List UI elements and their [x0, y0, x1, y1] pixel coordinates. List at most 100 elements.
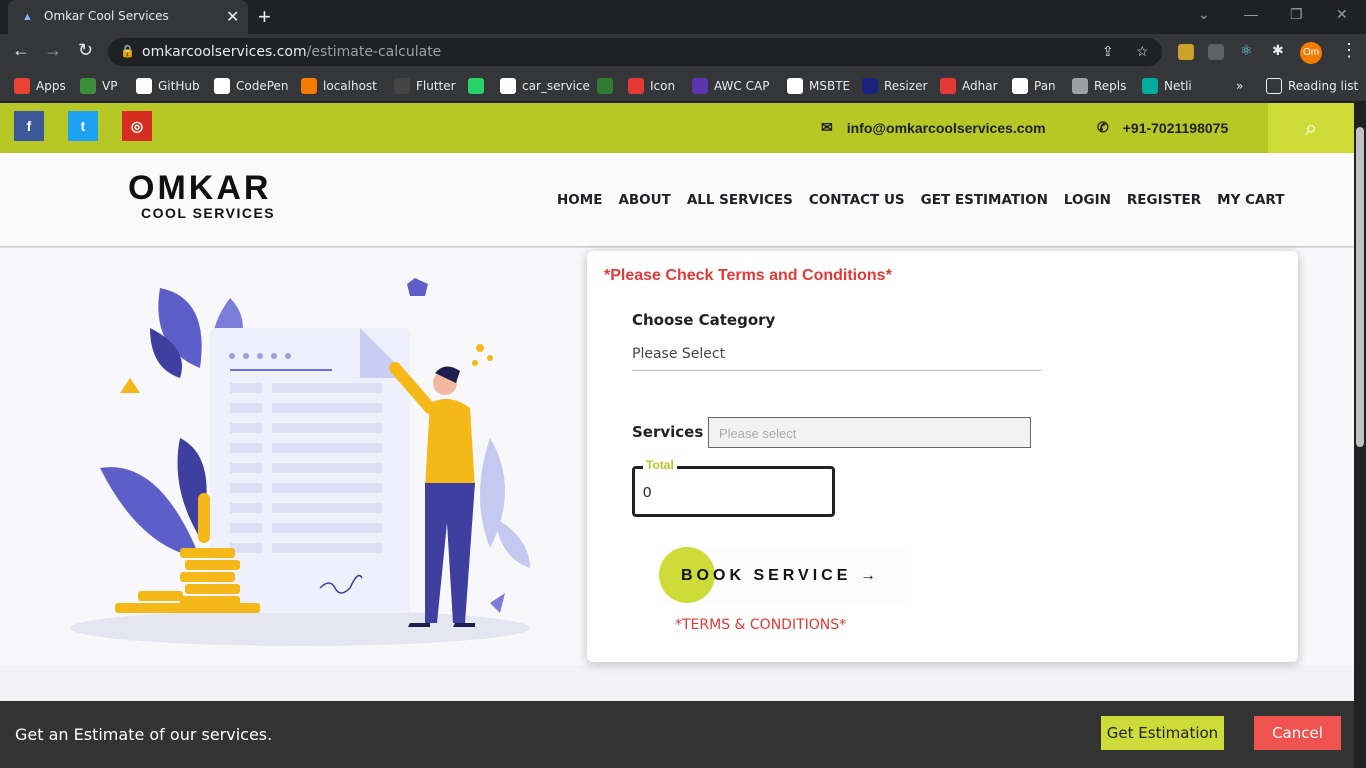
main-nav: HOME ABOUT ALL SERVICES CONTACT US GET E… [557, 192, 1284, 208]
reading-list-icon [1266, 78, 1282, 94]
browser-tab[interactable]: ▲ Omkar Cool Services ✕ [8, 0, 248, 34]
bookmark-item[interactable]: Netli [1142, 76, 1192, 96]
page-scrollbar[interactable] [1354, 103, 1366, 768]
share-icon[interactable]: ⇪ [1102, 43, 1114, 60]
envelope-icon: ✉ [821, 119, 833, 135]
cancel-button[interactable]: Cancel [1254, 716, 1341, 750]
bookmark-favicon-icon [940, 78, 956, 94]
address-bar[interactable]: 🔒 omkarcoolservices.com/estimate-calcula… [108, 38, 1162, 66]
site-header: OMKAR COOL SERVICES HOME ABOUT ALL SERVI… [0, 153, 1354, 247]
react-devtools-icon[interactable]: ⚛ [1240, 42, 1256, 58]
bookmark-item[interactable]: MSBTE [787, 76, 850, 96]
total-value: 0 [643, 484, 652, 501]
nav-my-cart[interactable]: MY CART [1217, 192, 1284, 208]
bookmark-favicon-icon [394, 78, 410, 94]
total-field[interactable]: Total 0 [632, 458, 835, 517]
bookmark-favicon-icon [500, 78, 516, 94]
bookmark-item[interactable]: CodePen [214, 76, 289, 96]
new-tab-icon[interactable]: + [258, 4, 271, 30]
bookmark-label: Adhar [962, 79, 998, 93]
nav-get-estimation[interactable]: GET ESTIMATION [921, 192, 1048, 208]
bookmark-item[interactable]: localhost [301, 76, 377, 96]
bookmark-favicon-icon [628, 78, 644, 94]
bookmark-label: VP [102, 79, 118, 93]
search-button[interactable]: ⌕ [1268, 103, 1354, 153]
email-contact[interactable]: ✉ info@omkarcoolservices.com [821, 119, 1046, 136]
terms-warning: *Please Check Terms and Conditions* [604, 267, 892, 284]
services-label: Services [632, 423, 704, 441]
facebook-icon[interactable]: f [14, 111, 44, 141]
extension-qr-icon[interactable] [1208, 44, 1224, 60]
book-service-label: BOOK SERVICE → [681, 567, 880, 584]
bookmark-label: localhost [323, 79, 377, 93]
total-label: Total [643, 458, 677, 472]
bookmark-item[interactable] [468, 76, 484, 96]
terms-link[interactable]: *TERMS & CONDITIONS* [675, 617, 846, 633]
menu-kebab-icon[interactable]: ⋮ [1340, 40, 1358, 61]
top-contact-bar: f t ◎ ✉ info@omkarcoolservices.com ✆ +91… [0, 103, 1354, 153]
instagram-icon[interactable]: ◎ [122, 111, 152, 141]
bookmark-label: Flutter [416, 79, 456, 93]
search-icon: ⌕ [1304, 115, 1318, 140]
logo-main-text: OMKAR [128, 169, 272, 207]
bookmark-item[interactable]: Icon [628, 76, 675, 96]
estimate-banner: Get an Estimate of our services. Get Est… [0, 701, 1354, 768]
nav-home[interactable]: HOME [557, 192, 602, 208]
more-bookmarks-icon[interactable]: » [1236, 76, 1243, 96]
bookmark-label: Icon [650, 79, 676, 93]
bookmark-item[interactable] [597, 76, 613, 96]
bookmark-item[interactable]: Repls [1072, 76, 1126, 96]
restore-icon[interactable]: ❐ [1290, 6, 1303, 23]
extensions-puzzle-icon[interactable]: ✱ [1272, 42, 1288, 58]
banner-text: Get an Estimate of our services. [15, 725, 273, 744]
phone-contact[interactable]: ✆ +91-7021198075 [1097, 119, 1228, 136]
bookmark-label: Pan [1034, 79, 1056, 93]
get-estimation-button[interactable]: Get Estimation [1101, 716, 1224, 750]
category-select[interactable]: Please Select [632, 341, 1041, 371]
extension-pen-icon[interactable] [1178, 44, 1194, 60]
nav-about[interactable]: ABOUT [618, 192, 670, 208]
bookmark-item[interactable]: Adhar [940, 76, 998, 96]
tab-title: Omkar Cool Services [44, 9, 169, 23]
bookmark-label: car_service [522, 79, 590, 93]
bookmark-favicon-icon [14, 78, 30, 94]
tab-search-icon[interactable]: ⌄ [1198, 6, 1210, 23]
scrollbar-thumb[interactable] [1356, 127, 1364, 447]
bookmark-item[interactable]: car_service [500, 76, 590, 96]
bookmark-item[interactable]: AWC CAP [692, 76, 769, 96]
book-service-button[interactable]: BOOK SERVICE → [659, 547, 909, 605]
bookmark-item[interactable]: Pan [1012, 76, 1056, 96]
bookmark-favicon-icon [80, 78, 96, 94]
site-favicon-icon: ▲ [22, 11, 33, 23]
reading-list[interactable]: Reading list [1266, 76, 1358, 96]
bookmark-favicon-icon [787, 78, 803, 94]
reload-icon[interactable]: ↻ [78, 40, 93, 61]
bookmark-item[interactable]: VP [80, 76, 117, 96]
minimize-icon[interactable]: — [1244, 6, 1258, 22]
close-tab-icon[interactable]: ✕ [226, 7, 239, 27]
services-input[interactable]: Please select [708, 417, 1031, 448]
twitter-icon[interactable]: t [68, 111, 98, 141]
bookmark-favicon-icon [1012, 78, 1028, 94]
close-window-icon[interactable]: ✕ [1336, 6, 1348, 23]
bookmark-star-icon[interactable]: ☆ [1136, 43, 1149, 60]
bookmark-item[interactable]: Resizer [862, 76, 927, 96]
bookmark-favicon-icon [1072, 78, 1088, 94]
nav-register[interactable]: REGISTER [1127, 192, 1201, 208]
profile-avatar[interactable]: Om [1300, 42, 1322, 64]
nav-all-services[interactable]: ALL SERVICES [687, 192, 793, 208]
url-text[interactable]: omkarcoolservices.com/estimate-calculate [142, 44, 441, 60]
forward-icon[interactable]: → [44, 40, 62, 61]
nav-login[interactable]: LOGIN [1064, 192, 1111, 208]
site-logo[interactable]: OMKAR COOL SERVICES [128, 171, 275, 221]
browser-toolbar: ← → ↻ 🔒 omkarcoolservices.com/estimate-c… [0, 34, 1366, 70]
bookmark-label: Resizer [884, 79, 928, 93]
bookmark-item[interactable]: GitHub [136, 76, 200, 96]
bookmark-label: Netli [1164, 79, 1192, 93]
nav-contact-us[interactable]: CONTACT US [809, 192, 905, 208]
bookmark-favicon-icon [1142, 78, 1158, 94]
bookmark-item[interactable]: Flutter [394, 76, 456, 96]
back-icon[interactable]: ← [12, 40, 30, 61]
bookmark-item[interactable]: Apps [14, 76, 66, 96]
phone-text: +91-7021198075 [1122, 119, 1229, 136]
